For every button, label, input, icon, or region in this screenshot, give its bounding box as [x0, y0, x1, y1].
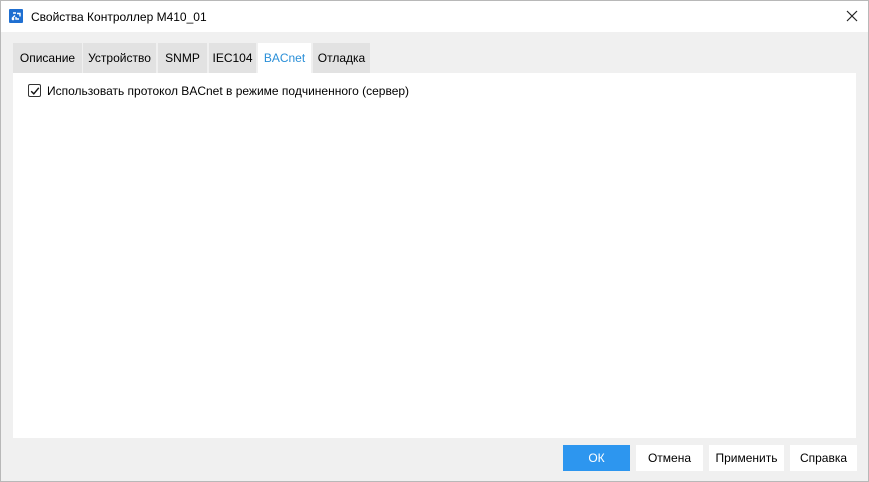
- bacnet-panel: Использовать протокол BACnet в режиме по…: [13, 73, 856, 438]
- apply-button[interactable]: Применить: [709, 445, 784, 471]
- tab-description[interactable]: Описание: [13, 43, 82, 73]
- help-button[interactable]: Справка: [790, 445, 857, 471]
- tab-device[interactable]: Устройство: [83, 43, 156, 73]
- tab-debug[interactable]: Отладка: [313, 43, 370, 73]
- ok-button[interactable]: ОК: [563, 445, 630, 471]
- close-icon: [846, 10, 858, 22]
- checkmark-icon: [30, 87, 40, 95]
- use-bacnet-label: Использовать протокол BACnet в режиме по…: [47, 84, 410, 98]
- cancel-button[interactable]: Отмена: [636, 445, 703, 471]
- use-bacnet-checkbox[interactable]: [28, 84, 41, 97]
- window-title: Свойства Контроллер М410_01: [31, 10, 207, 24]
- title-bar[interactable]: Свойства Контроллер М410_01: [1, 1, 868, 32]
- tab-bacnet[interactable]: BACnet: [258, 43, 311, 73]
- tab-snmp[interactable]: SNMP: [158, 43, 207, 73]
- app-icon: [9, 9, 23, 23]
- properties-dialog: Свойства Контроллер М410_01 Описание Уст…: [0, 0, 869, 482]
- close-button[interactable]: [838, 1, 868, 32]
- tab-iec104[interactable]: IEC104: [209, 43, 256, 73]
